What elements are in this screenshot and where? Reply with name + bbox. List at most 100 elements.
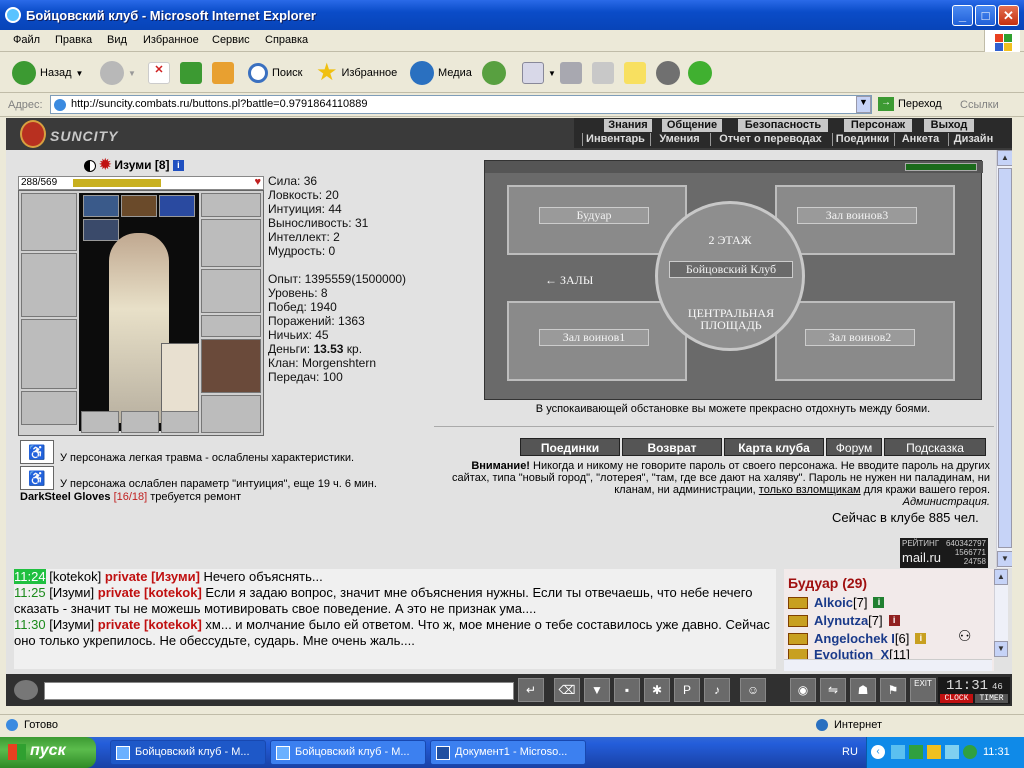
emote-button[interactable]: ✱ — [644, 678, 670, 702]
volume-icon[interactable] — [945, 745, 959, 759]
fights-button[interactable]: Поединки — [520, 438, 620, 456]
translit-button[interactable]: P — [674, 678, 700, 702]
people-button[interactable]: ☗ — [850, 678, 876, 702]
stop-button[interactable]: ✕ — [148, 60, 170, 86]
menu-tools[interactable]: Сервис — [212, 34, 250, 46]
scroll-thumb[interactable] — [998, 168, 1012, 548]
shield-slot[interactable] — [201, 339, 261, 393]
nav-design[interactable]: Дизайн — [948, 133, 998, 146]
edit-button[interactable] — [592, 60, 614, 86]
room-hscrollbar[interactable] — [784, 659, 992, 671]
send-button[interactable]: ↵ — [518, 678, 544, 702]
taskbar-item-ie-2[interactable]: Бойцовский клуб - М... — [270, 740, 426, 765]
links-button[interactable]: Ссылки — [960, 99, 999, 111]
bag-button[interactable]: ◉ — [790, 678, 816, 702]
magic-slot-1[interactable] — [83, 195, 119, 217]
user-name[interactable]: Alynutza — [814, 613, 868, 628]
mail-button[interactable]: ▼ — [522, 60, 556, 86]
home-button[interactable] — [212, 60, 234, 86]
rating-counter[interactable]: РЕЙТИНГ 640342797 1566771 24758 mail.ru — [900, 538, 988, 568]
helmet-slot[interactable] — [21, 193, 77, 251]
clock-label[interactable]: CLOCK — [940, 694, 973, 703]
nav-skills[interactable]: Умения — [650, 133, 708, 146]
flag-button[interactable]: ⚑ — [880, 678, 906, 702]
smiley-button[interactable]: ☺ — [740, 678, 766, 702]
timer-label[interactable]: TIMER — [975, 694, 1008, 703]
hint-button[interactable]: Подсказка — [884, 438, 986, 456]
menu-help[interactable]: Справка — [265, 34, 308, 46]
map-label-floor2[interactable]: 2 ЭТАЖ — [695, 233, 765, 248]
chat-input[interactable] — [44, 682, 514, 700]
menu-favorites[interactable]: Избранное — [143, 34, 199, 46]
empty-slot-3[interactable] — [161, 411, 199, 433]
map-label-warriors2[interactable]: Зал воинов2 — [805, 329, 915, 346]
info-icon[interactable]: i — [172, 160, 184, 172]
info-icon[interactable]: i — [873, 597, 885, 608]
search-button[interactable]: Поиск — [248, 60, 302, 86]
forward-button[interactable]: ▼ — [100, 60, 136, 86]
nav-inventory[interactable]: Инвентарь — [582, 133, 648, 146]
save-log-button[interactable]: ▪ — [614, 678, 640, 702]
armor-slot[interactable] — [21, 319, 77, 389]
nav-profile[interactable]: Анкета — [894, 133, 946, 146]
nav-exit[interactable]: Выход — [924, 119, 974, 132]
network-icon[interactable] — [891, 745, 905, 759]
gloves-slot[interactable] — [201, 269, 261, 313]
history-button[interactable] — [482, 60, 506, 86]
refresh-button[interactable] — [180, 60, 202, 86]
weapon-slot[interactable] — [21, 253, 77, 317]
user-row[interactable]: Alynutza [7] i — [788, 613, 900, 628]
taskbar-item-word[interactable]: Документ1 - Microso... — [430, 740, 586, 765]
back-button[interactable]: Назад ▼ — [12, 60, 83, 86]
info-icon[interactable]: i — [915, 633, 927, 644]
rings-slot[interactable] — [201, 315, 261, 337]
menu-edit[interactable]: Правка — [55, 34, 92, 46]
clear-button[interactable]: ⌫ — [554, 678, 580, 702]
empty-slot-2[interactable] — [121, 411, 159, 433]
nav-fights[interactable]: Поединки — [832, 133, 892, 146]
chat-sender[interactable]: [Изуми] — [49, 585, 94, 600]
user-row[interactable]: Evolution_X [11] — [788, 649, 910, 659]
icq-tray-icon[interactable] — [909, 745, 923, 759]
bracers-slot[interactable] — [201, 219, 261, 267]
scroll-down-button[interactable]: ▼ — [994, 641, 1008, 657]
chat-scrollbar[interactable]: ▲ ▼ — [994, 569, 1008, 657]
map-label-fight-club[interactable]: Бойцовский Клуб — [669, 261, 793, 278]
user-name[interactable]: Angelochek I — [814, 631, 895, 646]
forum-button[interactable]: Форум — [826, 438, 882, 456]
menu-file[interactable]: Файл — [13, 34, 40, 46]
nav-character[interactable]: Персонаж — [844, 119, 912, 132]
maximize-button[interactable]: □ — [975, 5, 996, 26]
map-label-central-square[interactable]: ЦЕНТРАЛЬНАЯ ПЛОЩАДЬ — [681, 307, 781, 331]
page-scrollbar[interactable]: ▲ ▼ — [996, 150, 1012, 568]
security-tray-icon[interactable] — [963, 745, 977, 759]
chat-head-icon[interactable] — [14, 680, 38, 700]
club-map-button[interactable]: Карта клуба — [724, 438, 824, 456]
discuss-button[interactable] — [624, 60, 646, 86]
research-button[interactable] — [656, 60, 680, 86]
language-indicator[interactable]: RU — [842, 746, 858, 758]
scroll-button[interactable]: ⇋ — [820, 678, 846, 702]
nav-communication[interactable]: Общение — [662, 119, 722, 132]
earring-slot[interactable] — [201, 193, 261, 217]
address-input[interactable]: http://suncity.combats.ru/buttons.pl?bat… — [50, 95, 872, 114]
taskbar-item-ie-1[interactable]: Бойцовский клуб - М... — [110, 740, 266, 765]
address-dropdown-button[interactable]: ▼ — [856, 96, 871, 113]
party-add-icon[interactable]: ⚇ — [958, 627, 971, 645]
menu-view[interactable]: Вид — [107, 34, 127, 46]
favorites-button[interactable]: ★ Избранное — [316, 60, 397, 86]
info-icon[interactable]: i — [888, 615, 900, 626]
exit-button[interactable]: EXIT — [910, 678, 936, 702]
user-row[interactable]: Angelochek I [6] i — [788, 631, 927, 646]
icq-button[interactable] — [688, 60, 712, 86]
scroll-down-button[interactable]: ▼ — [997, 551, 1012, 567]
scroll-up-button[interactable]: ▲ — [997, 150, 1012, 166]
start-button[interactable]: пуск — [0, 737, 96, 768]
user-name[interactable]: Evolution_X — [814, 649, 889, 659]
belt-slot[interactable] — [21, 391, 77, 425]
map-label-halls[interactable]: ← ЗАЛЫ — [545, 273, 593, 288]
minimize-button[interactable]: _ — [952, 5, 973, 26]
sound-button[interactable]: ♪ — [704, 678, 730, 702]
empty-slot-1[interactable] — [81, 411, 119, 433]
nav-knowledge[interactable]: Знания — [604, 119, 652, 132]
